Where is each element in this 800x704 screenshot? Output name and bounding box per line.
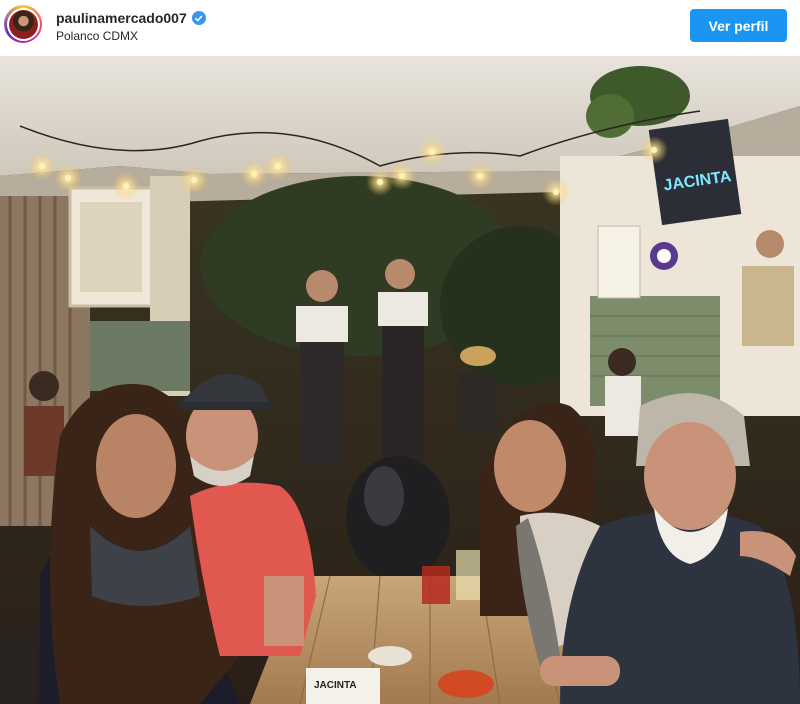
post-header: paulinamercado007 Polanco CDMX Ver perfi… — [0, 0, 800, 56]
avatar-ring — [6, 7, 40, 41]
username-link[interactable]: paulinamercado007 — [56, 10, 187, 26]
avatar[interactable] — [4, 5, 42, 43]
post-photo: JACINTA JACINTA — [0, 56, 800, 704]
instagram-post: paulinamercado007 Polanco CDMX Ver perfi… — [0, 0, 800, 704]
location-link[interactable]: Polanco CDMX — [56, 29, 206, 43]
table-card-text: JACINTA — [314, 680, 357, 691]
username-row: paulinamercado007 — [56, 9, 206, 27]
view-profile-button[interactable]: Ver perfil — [690, 9, 787, 42]
avatar-photo — [8, 9, 38, 39]
verified-badge-icon — [191, 11, 206, 25]
restaurant-scene: JACINTA JACINTA — [0, 56, 800, 704]
user-info: paulinamercado007 Polanco CDMX — [56, 9, 206, 43]
